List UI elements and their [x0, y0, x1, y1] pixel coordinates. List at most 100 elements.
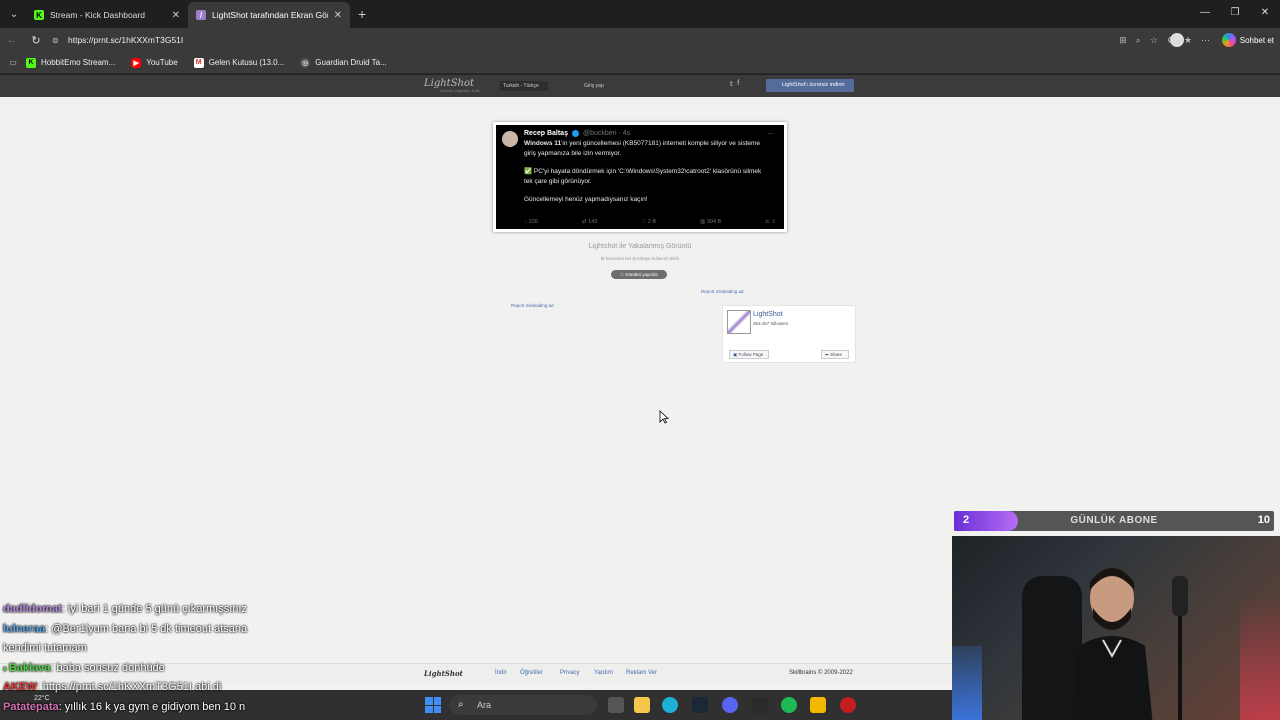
favorite-star-icon[interactable]: ☆	[1150, 35, 1158, 46]
tweet-body: Windows 11'in yeni güncellemesi (KB50771…	[524, 139, 769, 205]
address-bar-row: ← ↻ ⊜ https://prnt.sc/1hKXXmT3G51I ⊞ ⌕ ☆…	[0, 28, 1280, 52]
report-ad-link[interactable]: Report misleading ad	[511, 303, 554, 308]
tab-title: LightShot tarafından Ekran Görünt	[212, 10, 328, 20]
footer-link[interactable]: Privacy	[560, 670, 580, 676]
led-light-red	[1240, 596, 1280, 720]
rockstar-icon[interactable]	[810, 697, 826, 713]
tab-title: Stream - Kick Dashboard	[50, 10, 145, 20]
chat-text: : @Ber1lyum bana bi 5 dk timeout atsana	[45, 622, 248, 635]
streamer-figure	[1072, 568, 1153, 720]
favorites-icon[interactable]: ★	[1184, 35, 1192, 46]
close-tab-icon[interactable]: ✕	[334, 10, 342, 21]
more-icon[interactable]: ⋯	[1201, 35, 1210, 46]
daily-sub-goal-bar: 2 GÜNLÜK ABONE 10	[954, 511, 1274, 531]
url-text: https://prnt.sc/1hKXXmT3G51I	[68, 35, 184, 45]
tweet-author: Recep Baltaş	[524, 130, 568, 137]
facebook-page-widget: LightShot 363,457 followers ▣ Follow Pag…	[722, 305, 856, 363]
tweet-avatar	[502, 131, 518, 147]
steam-icon[interactable]	[692, 697, 708, 713]
sub-goal-label: GÜNLÜK ABONE	[1070, 515, 1158, 526]
retweet-count: ⇄ 143	[582, 219, 598, 225]
address-bar-icons: ⊞ ⌕ ☆ ⚙ ★ ⋯	[1119, 35, 1210, 46]
minimize-button[interactable]: —	[1190, 0, 1220, 28]
publish-button[interactable]: ⤫ Gönderi yayımla	[611, 270, 667, 279]
footer-link[interactable]: Öğretiler	[520, 670, 543, 676]
copilot-button[interactable]: Sohbet et	[1221, 33, 1274, 47]
back-button[interactable]: ←	[0, 34, 24, 46]
browser-tab-bar: ⌄ K Stream - Kick Dashboard ✕ / LightSho…	[0, 0, 1280, 28]
app-icon[interactable]: ⊞	[1119, 35, 1127, 46]
youtube-icon: ▶	[131, 57, 142, 68]
footer-link[interactable]: Reklam Ver	[626, 670, 657, 676]
bookmark-item[interactable]: ◎ Guardian Druid Ta...	[300, 57, 387, 68]
kick-icon: K	[26, 57, 36, 68]
edge-icon[interactable]	[662, 697, 678, 713]
start-button[interactable]	[425, 697, 441, 713]
profile-avatar[interactable]	[1170, 33, 1184, 47]
chat-username: lulneraa	[3, 622, 46, 635]
chat-text: : baba sonsuz donhüde	[50, 661, 165, 674]
file-explorer-icon[interactable]	[634, 697, 650, 713]
chat-message: dadlidomat: iyi bari 1 günde 5 günü çıka…	[3, 600, 265, 620]
fb-page-name[interactable]: LightShot	[753, 311, 783, 318]
spotify-icon[interactable]	[781, 697, 797, 713]
facebook-icon[interactable]: f	[737, 80, 739, 88]
image-action-links[interactable]: ⊟ benzerini bul ⊟ kötüye kullanım bildir	[540, 256, 740, 262]
discord-icon[interactable]	[722, 697, 738, 713]
screenshot-image[interactable]: Recep Baltaş @buckberi · 4s ⋯ Windows 11…	[493, 122, 787, 232]
search-placeholder: Ara	[477, 700, 492, 710]
image-caption: Lightshot ile Yakalanmış Görüntü	[588, 243, 692, 250]
close-tab-icon[interactable]: ✕	[172, 10, 180, 21]
bookmark-item[interactable]: M Gelen Kutusu (13.0...	[193, 57, 285, 68]
refresh-button[interactable]: ↻	[24, 34, 48, 47]
stream-chat-overlay: dadlidomat: iyi bari 1 günde 5 günü çıka…	[3, 600, 265, 717]
close-window-button[interactable]: ✕	[1250, 0, 1280, 28]
task-view-icon[interactable]	[608, 697, 624, 713]
site-info-icon[interactable]: ⊜	[52, 36, 64, 45]
footer-logo[interactable]: LightShot	[424, 669, 463, 678]
zoom-icon[interactable]: ⌕	[1136, 35, 1141, 46]
footer-link[interactable]: İndir	[495, 670, 507, 676]
bookmark-item[interactable]: K HobbitEmo Stream...	[26, 57, 116, 68]
tweet-text-2: ✅ PC'yi hayata döndürmek için 'C:\Window…	[524, 168, 762, 185]
copilot-label: Sohbet et	[1239, 35, 1274, 45]
download-button[interactable]: LightShot'ı ücretsiz indirin	[766, 79, 854, 92]
view-count: ▥ 304 B	[700, 219, 722, 225]
chat-text: : https://prnt.sc/1hKXXmT3G51I abi di	[36, 681, 222, 693]
login-link[interactable]: Giriş yap	[584, 81, 604, 91]
chat-message: AKEW: https://prnt.sc/1hKXXmT3G51I abi d…	[3, 678, 265, 698]
url-field[interactable]: ⊜ https://prnt.sc/1hKXXmT3G51I	[52, 31, 1052, 49]
chat-text: kendimi tutamam	[3, 642, 87, 654]
footer-link[interactable]: Yardım	[594, 670, 613, 676]
terminal-icon[interactable]	[752, 697, 768, 713]
fb-share-button[interactable]: ➦ Share	[821, 350, 849, 359]
tweet-handle: @buckberi · 4s	[582, 130, 631, 137]
tab-kick-dashboard[interactable]: K Stream - Kick Dashboard ✕	[26, 2, 188, 28]
lightshot-logo[interactable]: LightShot screen capture tool	[424, 78, 479, 93]
twitter-icon[interactable]: 𝕥	[730, 80, 733, 88]
restore-button[interactable]: ❐	[1220, 0, 1250, 28]
fb-page-thumbnail[interactable]	[727, 310, 751, 334]
bookmark-label: Gelen Kutusu (13.0...	[208, 58, 285, 67]
taskbar-search[interactable]: ⌕ Ara	[449, 695, 597, 715]
tab-actions-menu-icon[interactable]: ⌄	[2, 2, 26, 26]
webcam-overlay	[952, 536, 1280, 720]
bookmark-label: HobbitEmo Stream...	[41, 58, 116, 67]
gmail-icon: M	[193, 57, 204, 68]
search-icon: ⌕	[458, 699, 464, 710]
tweet-header: Recep Baltaş @buckberi · 4s	[524, 130, 776, 137]
collections-icon[interactable]: ▭	[0, 58, 26, 67]
app-icon[interactable]	[840, 697, 856, 713]
social-links: 𝕥 f	[730, 80, 739, 88]
verified-icon	[571, 130, 579, 137]
new-tab-button[interactable]: +	[358, 6, 366, 22]
report-ad-link[interactable]: Report misleading ad	[701, 289, 744, 294]
language-select[interactable]: Turkish - Türkçe	[500, 81, 548, 91]
bookmark-label: YouTube	[146, 58, 178, 67]
led-light-blue	[952, 646, 982, 720]
tab-lightshot[interactable]: / LightShot tarafından Ekran Görünt ✕	[188, 2, 350, 28]
bookmark-item[interactable]: ▶ YouTube	[131, 57, 178, 68]
mouse-cursor-icon	[659, 410, 669, 424]
fb-follow-button[interactable]: ▣ Follow Page	[729, 350, 769, 359]
tweet-actions: ◌ 226 ⇄ 143 ♡ 2 B ▥ 304 B ⊏ ⇪	[524, 219, 776, 225]
